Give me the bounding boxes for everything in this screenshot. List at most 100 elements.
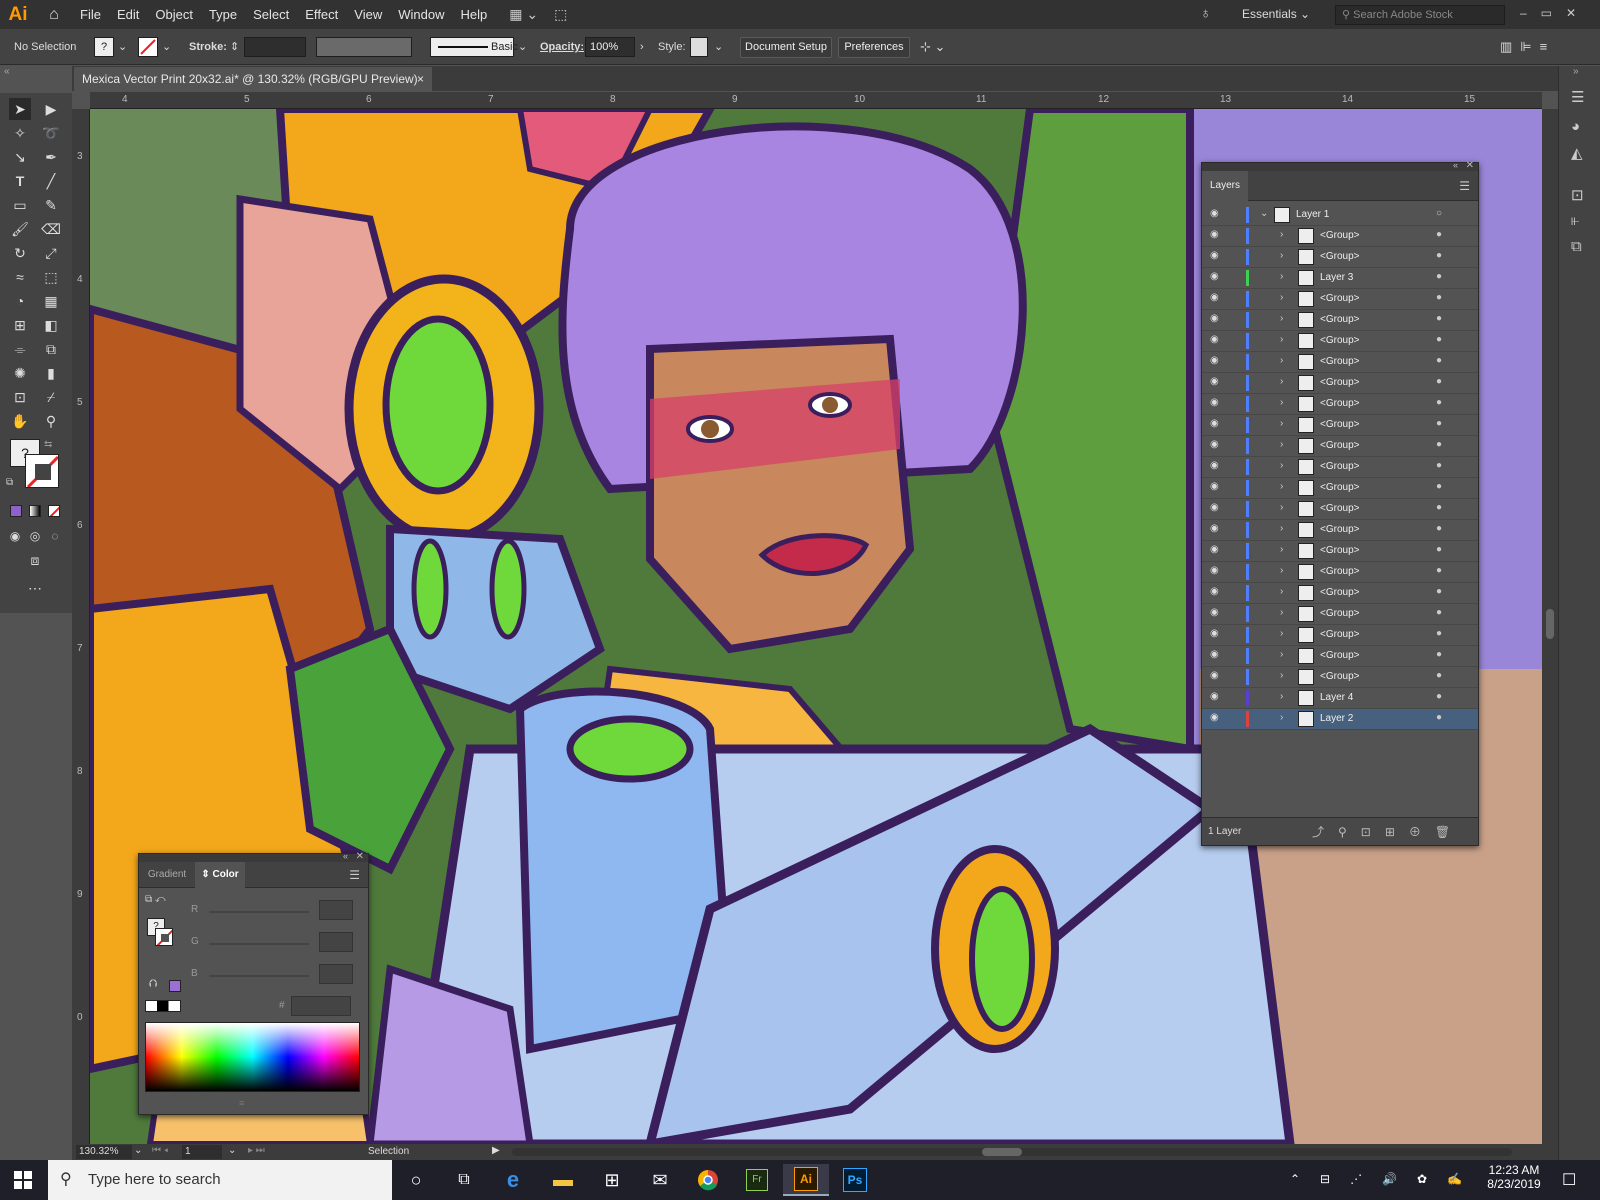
visibility-eye-icon[interactable]: ◉	[1210, 355, 1219, 366]
layer-name[interactable]: <Group>	[1320, 293, 1359, 304]
visibility-eye-icon[interactable]: ◉	[1210, 670, 1219, 681]
collapse-panel-icon[interactable]: «	[1453, 160, 1458, 170]
target-circle-icon[interactable]: ●	[1436, 460, 1442, 471]
window-controls[interactable]: ‒▭✕	[1520, 6, 1590, 20]
cortana-icon[interactable]: ○	[393, 1164, 439, 1196]
gradient-tool-icon[interactable]: ◧	[40, 314, 62, 336]
slice-tool-icon[interactable]: ⌿	[40, 386, 62, 408]
layer-row[interactable]: ◉ › <Group> ●	[1202, 373, 1478, 394]
layer-row[interactable]: ◉ › <Group> ●	[1202, 583, 1478, 604]
direct-selection-tool-icon[interactable]: ▶	[40, 98, 62, 120]
zoom-dropdown-icon[interactable]: ⌄	[134, 1145, 142, 1156]
chrome-icon[interactable]	[685, 1164, 731, 1196]
draw-inside-icon[interactable]: ◌	[44, 525, 66, 547]
close-tab-icon[interactable]: ×	[417, 67, 424, 91]
shape-builder-tool-icon[interactable]: ◔	[9, 290, 31, 312]
layer-row[interactable]: ◉ › <Group> ●	[1202, 667, 1478, 688]
menu-edit[interactable]: Edit	[109, 0, 147, 29]
photoshop-taskbar-icon[interactable]: Ps	[832, 1164, 878, 1196]
g-value-field[interactable]	[319, 932, 353, 952]
draw-behind-icon[interactable]: ◎	[24, 525, 46, 547]
screen-mode-icon[interactable]: ⧈	[24, 549, 46, 571]
layer-name[interactable]: Layer 4	[1320, 692, 1353, 703]
layer-row[interactable]: ◉ › <Group> ●	[1202, 415, 1478, 436]
menu-file[interactable]: File	[72, 0, 109, 29]
layer-name[interactable]: <Group>	[1320, 251, 1359, 262]
fill-swatch[interactable]: ?	[94, 37, 114, 57]
none-black-white-swatches[interactable]	[145, 1000, 181, 1012]
expand-layer-icon[interactable]: ›	[1280, 229, 1283, 240]
target-circle-icon[interactable]: ●	[1436, 649, 1442, 660]
layer-name[interactable]: <Group>	[1320, 545, 1359, 556]
layer-name[interactable]: Layer 1	[1296, 209, 1329, 220]
none-mode-icon[interactable]	[48, 505, 60, 517]
r-slider[interactable]	[209, 911, 309, 913]
gradient-mode-icon[interactable]	[29, 505, 41, 517]
edge-icon[interactable]: e	[490, 1164, 536, 1196]
align-icons[interactable]: ▥⊫≡	[1500, 38, 1555, 56]
visibility-eye-icon[interactable]: ◉	[1210, 481, 1219, 492]
expand-layer-icon[interactable]: ›	[1280, 334, 1283, 345]
expand-layer-icon[interactable]: ›	[1280, 544, 1283, 555]
status-menu-icon[interactable]: ▶	[492, 1145, 500, 1156]
first-artboard-icon[interactable]: ⏮ ◂	[152, 1145, 168, 1156]
expand-layer-icon[interactable]: ›	[1280, 460, 1283, 471]
menu-window[interactable]: Window	[390, 0, 452, 29]
rotate-tool-icon[interactable]: ↻	[9, 242, 31, 264]
layer-name[interactable]: Layer 2	[1320, 713, 1353, 724]
target-circle-icon[interactable]: ●	[1436, 586, 1442, 597]
expand-layer-icon[interactable]: ›	[1280, 649, 1283, 660]
layer-name[interactable]: <Group>	[1320, 440, 1359, 451]
layer-row[interactable]: ◉ › <Group> ●	[1202, 604, 1478, 625]
target-circle-icon[interactable]: ●	[1436, 418, 1442, 429]
file-explorer-icon[interactable]: ▬	[540, 1164, 586, 1196]
magic-wand-tool-icon[interactable]: ✧	[9, 122, 31, 144]
column-graph-tool-icon[interactable]: ▮	[40, 362, 62, 384]
target-circle-icon[interactable]: ●	[1436, 229, 1442, 240]
layer-name[interactable]: <Group>	[1320, 671, 1359, 682]
visibility-eye-icon[interactable]: ◉	[1210, 271, 1219, 282]
style-swatch[interactable]	[690, 37, 708, 57]
layer-row[interactable]: ◉ › <Group> ●	[1202, 352, 1478, 373]
graphic-styles-icon[interactable]: ◭	[1571, 144, 1583, 162]
visibility-eye-icon[interactable]: ◉	[1210, 208, 1219, 219]
task-view-icon[interactable]: ⧉	[441, 1164, 487, 1196]
visibility-eye-icon[interactable]: ◉	[1210, 397, 1219, 408]
color-stroke-box[interactable]	[155, 928, 173, 946]
store-icon[interactable]: ⊞	[589, 1164, 635, 1196]
out-of-gamut-icon[interactable]: ⮉	[149, 978, 157, 991]
visibility-eye-icon[interactable]: ◉	[1210, 523, 1219, 534]
layer-row[interactable]: ◉ › <Group> ●	[1202, 289, 1478, 310]
visibility-eye-icon[interactable]: ◉	[1210, 334, 1219, 345]
menu-help[interactable]: Help	[452, 0, 495, 29]
paintbrush-tool-icon[interactable]: 🖌	[9, 218, 31, 240]
layer-name[interactable]: <Group>	[1320, 335, 1359, 346]
document-setup-button[interactable]: Document Setup	[740, 37, 832, 58]
expand-layer-icon[interactable]: ›	[1280, 628, 1283, 639]
menu-type[interactable]: Type	[201, 0, 245, 29]
expand-layer-icon[interactable]: ›	[1280, 481, 1283, 492]
layer-row[interactable]: ◉ › <Group> ●	[1202, 478, 1478, 499]
last-artboard-icon[interactable]: ▸ ⏭	[248, 1145, 265, 1156]
opacity-arrow-icon[interactable]: ›	[640, 38, 644, 56]
color-mode-icon[interactable]	[10, 505, 22, 517]
expand-layer-icon[interactable]: ›	[1280, 271, 1283, 282]
target-circle-icon[interactable]: ●	[1436, 502, 1442, 513]
target-circle-icon[interactable]: ●	[1436, 397, 1442, 408]
visibility-eye-icon[interactable]: ◉	[1210, 229, 1219, 240]
vertical-scroll-thumb[interactable]	[1546, 609, 1554, 639]
layer-name[interactable]: <Group>	[1320, 482, 1359, 493]
layer-row[interactable]: ◉ › Layer 4 ●	[1202, 688, 1478, 709]
gradient-tab[interactable]: Gradient	[139, 862, 195, 888]
search-adobe-stock-input[interactable]: ⚲ Search Adobe Stock	[1335, 5, 1505, 25]
horizontal-scroll-thumb[interactable]	[982, 1148, 1022, 1156]
opacity-field[interactable]: 100%	[585, 37, 635, 57]
expand-layer-icon[interactable]: ›	[1280, 439, 1283, 450]
layer-row[interactable]: ◉ › <Group> ●	[1202, 646, 1478, 667]
fresco-icon[interactable]: Fr	[734, 1164, 780, 1196]
target-circle-icon[interactable]: ●	[1436, 670, 1442, 681]
target-circle-icon[interactable]: ●	[1436, 628, 1442, 639]
layer-name[interactable]: <Group>	[1320, 503, 1359, 514]
hex-value-field[interactable]	[291, 996, 351, 1016]
perspective-grid-tool-icon[interactable]: ▦	[40, 290, 62, 312]
